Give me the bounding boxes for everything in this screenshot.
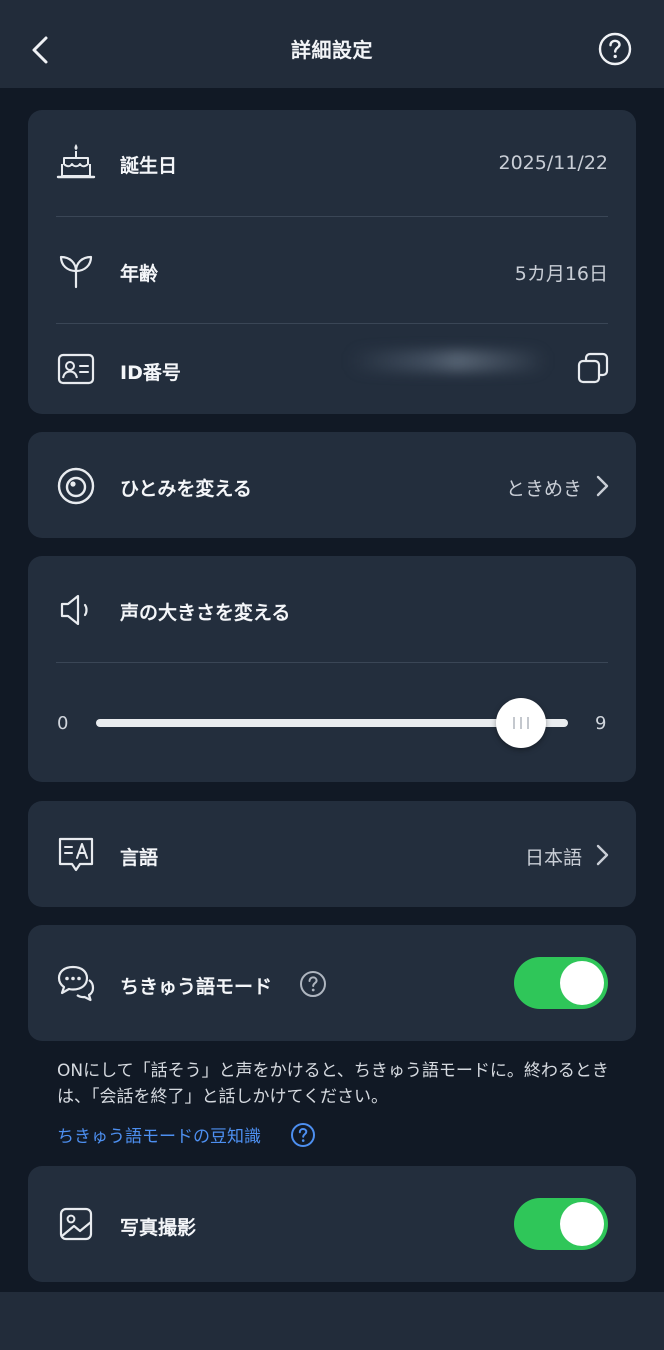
translate-icon bbox=[56, 834, 96, 874]
volume-max-label: 9 bbox=[595, 713, 607, 734]
id-value-redacted bbox=[348, 350, 548, 372]
photo-icon bbox=[56, 1204, 96, 1244]
eye-style-label: ひとみを変える bbox=[120, 478, 252, 500]
chevron-right-icon bbox=[594, 843, 610, 867]
help-button[interactable] bbox=[598, 32, 632, 66]
id-label: ID番号 bbox=[120, 362, 181, 384]
id-card-icon bbox=[56, 349, 96, 389]
help-circle-icon bbox=[598, 32, 632, 66]
bottom-bar bbox=[0, 1292, 664, 1350]
eye-icon bbox=[56, 466, 96, 506]
age-row: 年齢 5カ月16日 bbox=[28, 217, 636, 323]
header-bar: 詳細設定 bbox=[0, 0, 664, 88]
earth-mode-tips-link[interactable]: ちきゅう語モードの豆知識 bbox=[57, 1122, 261, 1147]
speaker-icon bbox=[56, 590, 96, 630]
earth-mode-card: ちきゅう語モード bbox=[28, 925, 636, 1041]
id-row: ID番号 bbox=[28, 324, 636, 414]
earth-mode-row: ちきゅう語モード bbox=[28, 925, 636, 1041]
volume-label: 声の大きさを変える bbox=[120, 602, 291, 624]
language-card[interactable]: 言語 日本語 bbox=[28, 801, 636, 907]
earth-mode-info-button[interactable] bbox=[299, 970, 327, 998]
help-circle-icon bbox=[300, 971, 326, 997]
grip-line bbox=[519, 717, 522, 729]
language-row[interactable]: 言語 日本語 bbox=[28, 801, 636, 907]
photo-toggle[interactable] bbox=[514, 1198, 608, 1250]
volume-row: 声の大きさを変える bbox=[28, 556, 636, 662]
grip-line bbox=[512, 717, 515, 729]
cake-icon bbox=[56, 142, 96, 182]
photo-label: 写真撮影 bbox=[120, 1217, 197, 1239]
age-value: 5カ月16日 bbox=[514, 263, 608, 285]
copy-icon bbox=[577, 352, 609, 384]
grip-line bbox=[526, 717, 529, 729]
chevron-right-icon bbox=[594, 474, 610, 498]
photo-row: 写真撮影 bbox=[28, 1166, 636, 1282]
divider bbox=[56, 662, 608, 663]
volume-min-label: 0 bbox=[57, 713, 69, 734]
volume-card: 声の大きさを変える 0 9 bbox=[28, 556, 636, 782]
chat-bubbles-icon bbox=[56, 963, 96, 1003]
toggle-knob bbox=[560, 961, 604, 1005]
copy-button[interactable] bbox=[576, 351, 610, 385]
eye-style-value: ときめき bbox=[505, 478, 582, 500]
birthday-label: 誕生日 bbox=[120, 155, 178, 177]
page-title: 詳細設定 bbox=[291, 38, 373, 62]
earth-mode-label: ちきゅう語モード bbox=[120, 976, 273, 998]
volume-slider-thumb[interactable] bbox=[495, 698, 546, 748]
eye-style-row[interactable]: ひとみを変える ときめき bbox=[28, 432, 636, 538]
earth-mode-toggle[interactable] bbox=[514, 957, 608, 1009]
sprout-icon bbox=[56, 251, 96, 291]
age-label: 年齢 bbox=[120, 263, 159, 285]
eye-style-card[interactable]: ひとみを変える ときめき bbox=[28, 432, 636, 538]
earth-mode-description: ONにして「話そう」と声をかけると、ちきゅう語モードに。終わるときは、「会話を終… bbox=[57, 1061, 609, 1107]
birthday-value: 2025/11/22 bbox=[498, 152, 608, 174]
toggle-knob bbox=[560, 1202, 604, 1246]
language-label: 言語 bbox=[120, 847, 159, 869]
tips-help-icon[interactable] bbox=[290, 1122, 316, 1148]
profile-card: 誕生日 2025/11/22 年齢 5カ月16日 ID番号 bbox=[28, 110, 636, 414]
photo-card: 写真撮影 bbox=[28, 1166, 636, 1282]
language-value: 日本語 bbox=[524, 847, 582, 869]
birthday-row: 誕生日 2025/11/22 bbox=[28, 110, 636, 216]
